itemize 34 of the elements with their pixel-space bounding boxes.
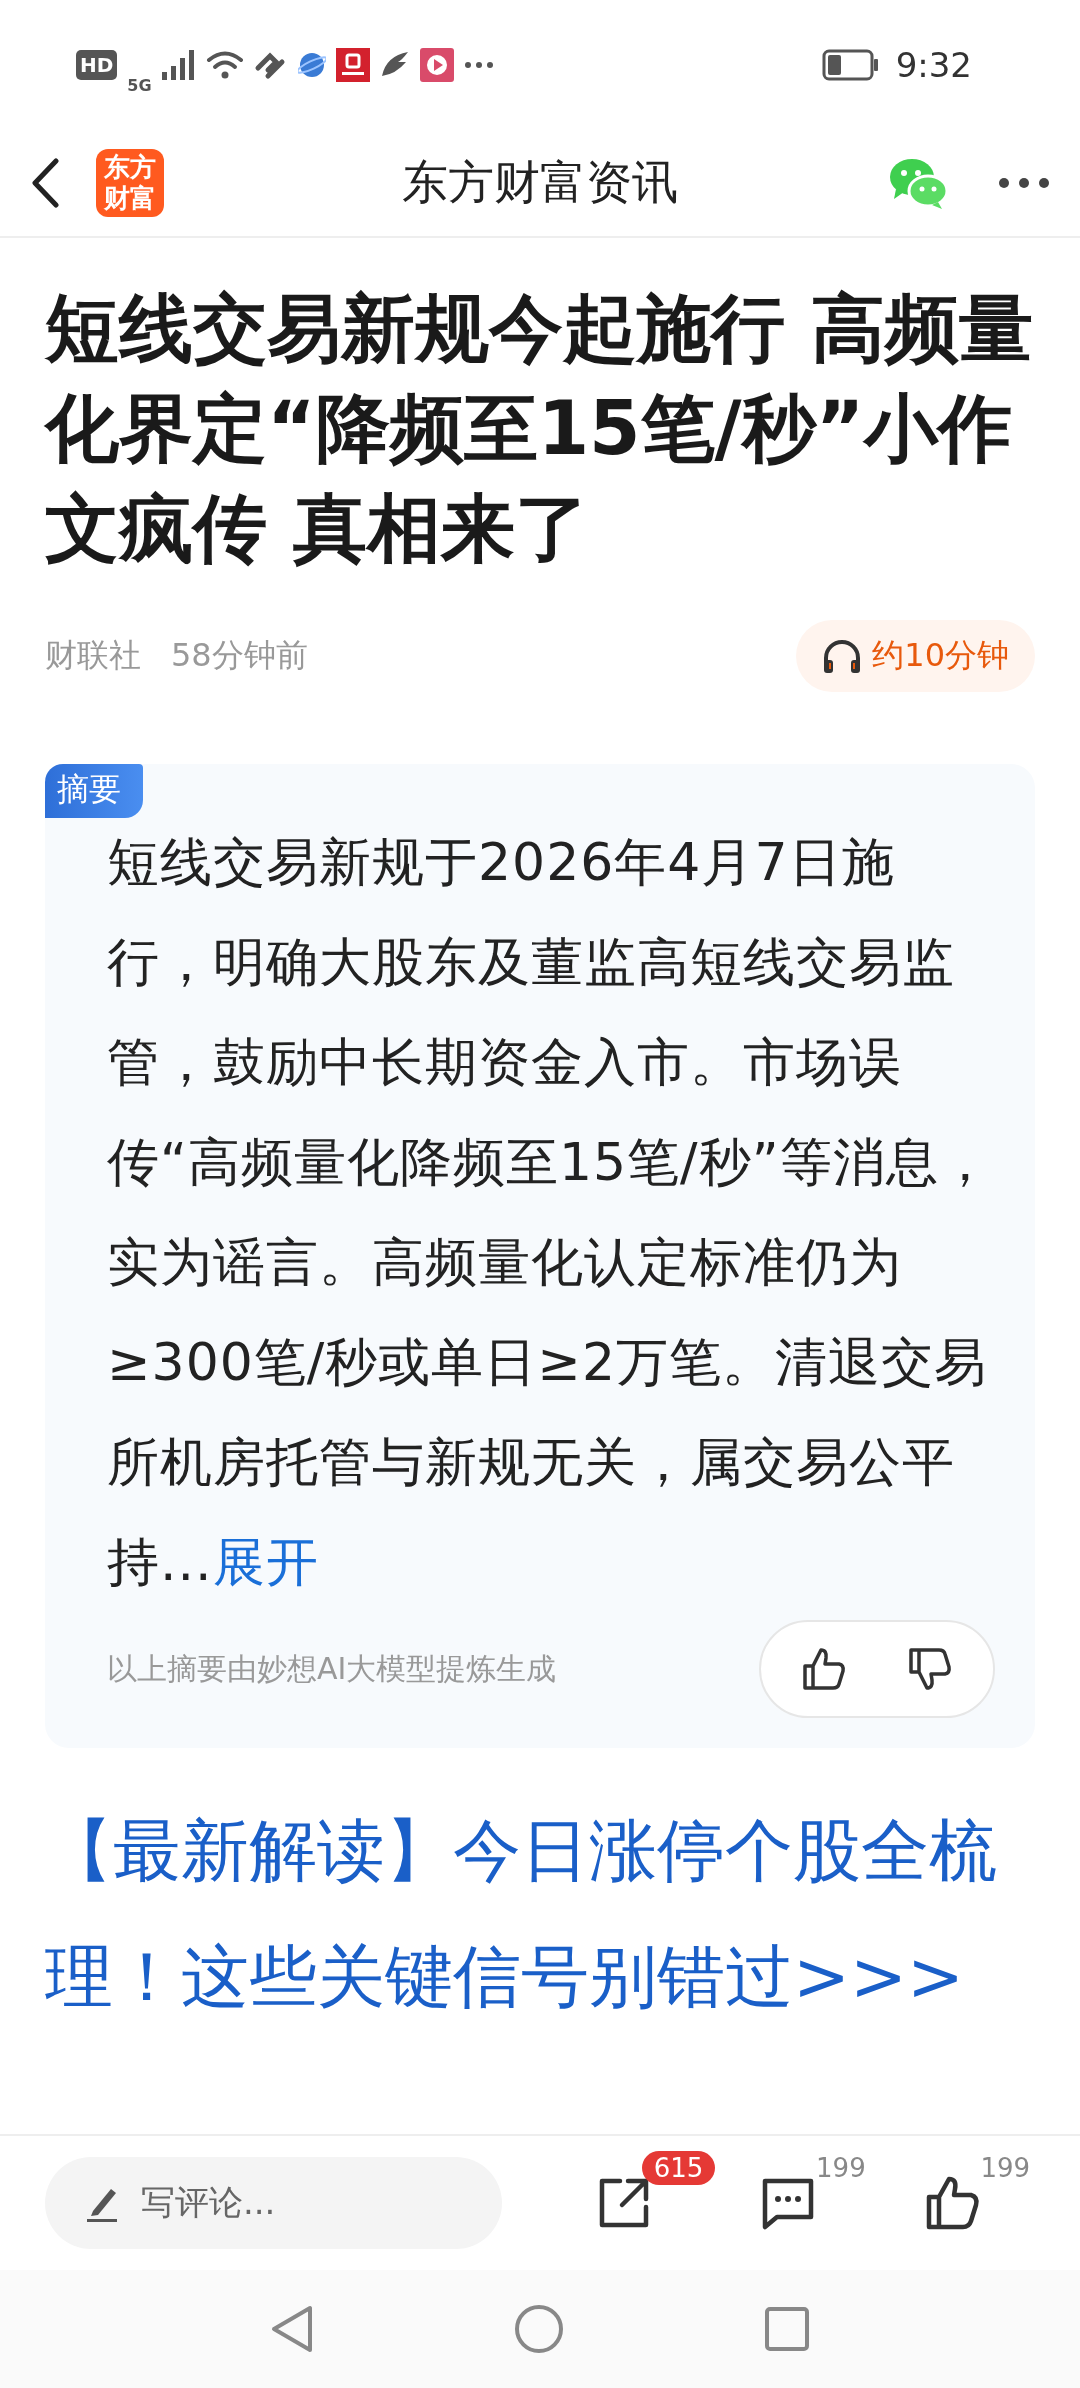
ai-note: 以上摘要由妙想AI大模型提炼生成 [107,1649,557,1688]
thumbs-down-icon[interactable] [907,1646,953,1692]
more-icon [463,61,494,69]
hd-indicator: HD [76,50,118,80]
comment-field[interactable]: 写评论... [45,2157,502,2249]
page-title: 东方财富资讯 [401,154,679,211]
like-count: 199 [980,2153,1031,2183]
share-count-badge: 615 [641,2151,716,2185]
back-nav-icon[interactable] [270,2304,314,2354]
listen-button[interactable]: 约10分钟 [796,620,1035,692]
article-title: 短线交易新规今起施行 高频量化界定“降频至15笔/秒”小作文疯传 真相来了 [45,284,1034,573]
network-label: 5G [127,75,152,95]
back-icon[interactable] [30,158,60,208]
source-label: 财联社 [45,635,141,676]
home-nav-icon[interactable] [514,2304,564,2354]
signal-icon [161,50,196,80]
comment-count: 199 [816,2153,866,2183]
summary-text: 短线交易新规于2026年4月7日施行，明确大股东及董监高短线交易监管，鼓励中长期资金入市。市场误传“高频量化降频至15笔/秒”等消息，实为谣言。高频量化认定标准仍为≥300笔/秒或单日≥2万笔。清退交易所机房托管与新规无关，属交易公平持...展开 [107,831,993,1594]
promo-link[interactable]: 【最新解读】今日涨停个股全梳理！这些关键信号别错过>>> [45,1788,1035,2040]
recents-nav-icon[interactable] [764,2306,810,2352]
headphones-icon [822,638,863,674]
expand-link[interactable]: 展开 [212,1532,319,1592]
app-logo: 东方财富 [96,149,164,217]
play-icon [419,48,454,82]
app-icon [335,48,370,82]
battery-icon [821,49,880,81]
wifi-icon [205,50,244,80]
summary-badge: 摘要 [45,764,143,818]
publish-time: 58分钟前 [171,635,308,676]
clock: 9:32 [895,45,972,85]
globe-icon [297,51,326,79]
thumbs-up-icon[interactable] [801,1646,847,1692]
thumbs-up-icon[interactable] [924,2175,981,2231]
more-icon[interactable] [998,177,1050,189]
